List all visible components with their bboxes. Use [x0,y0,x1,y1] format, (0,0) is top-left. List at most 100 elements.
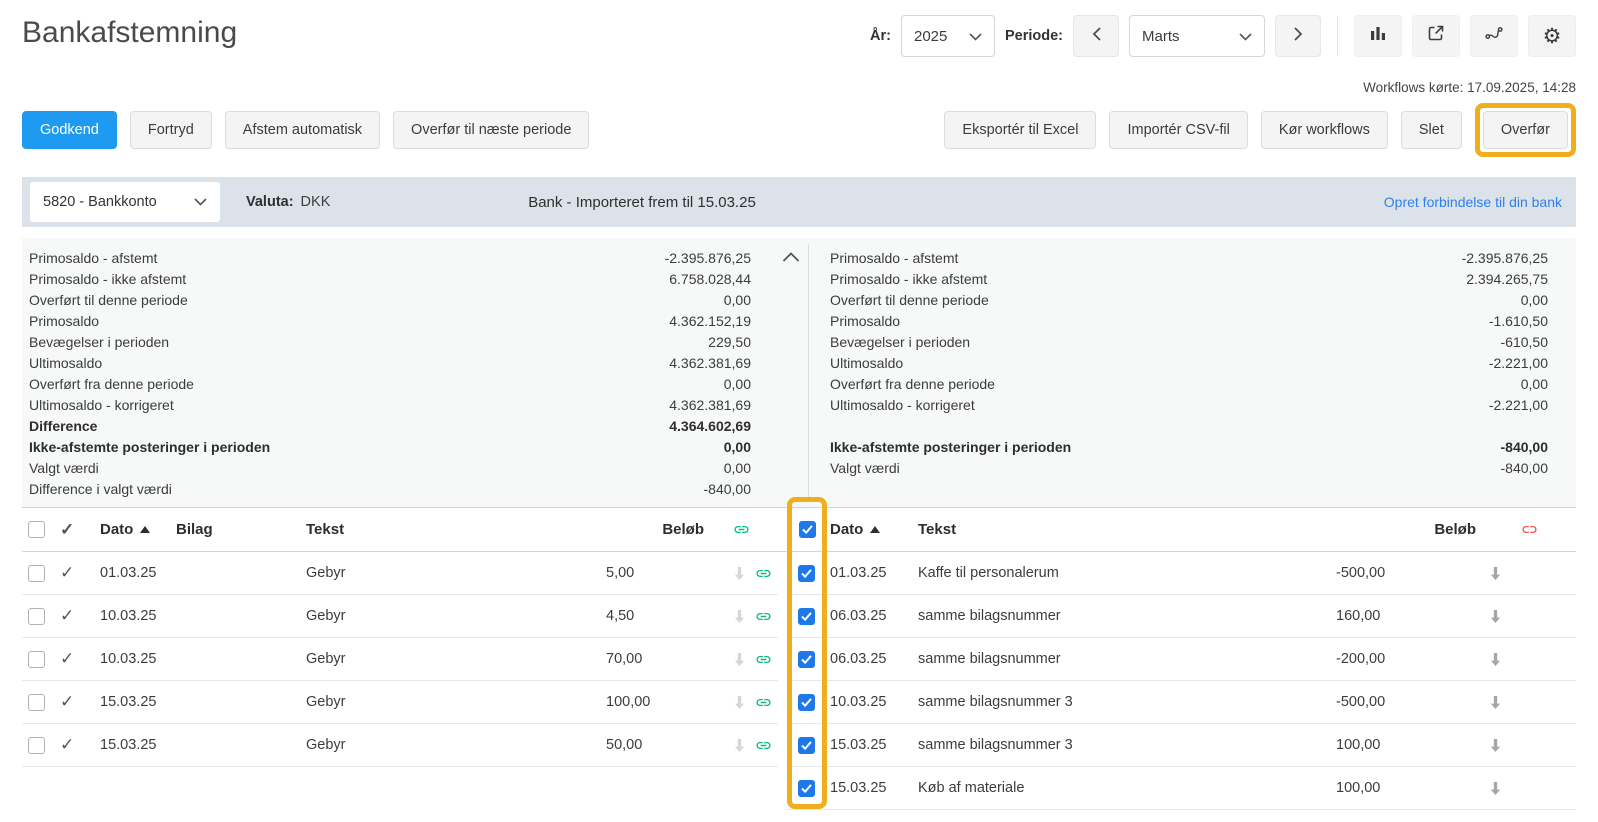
bank-row[interactable]: 06.03.25 samme bilagsnummer 160,00 [786,595,1576,638]
row-checkbox-checked[interactable] [798,651,815,668]
ledger-row[interactable]: ✓ 10.03.25 Gebyr 4,50 [22,595,778,638]
workflow-route-icon [1484,23,1504,49]
move-down-icon[interactable] [733,724,746,766]
move-down-icon[interactable] [733,552,746,594]
chevron-down-icon [1239,28,1252,45]
row-checkbox[interactable] [28,694,45,711]
broken-link-icon [1521,521,1538,538]
account-select[interactable]: 5820 - Bankkonto [30,182,220,222]
settings-button[interactable]: ⚙ [1528,15,1576,57]
workflows-button[interactable] [1470,15,1518,57]
export-excel-button[interactable]: Eksportér til Excel [944,111,1096,149]
ledger-header-text[interactable]: Tekst [306,508,344,551]
account-bar: 5820 - Bankkonto Valuta: DKK Bank - Impo… [22,177,1576,227]
row-checkbox-checked[interactable] [798,694,815,711]
open-external-button[interactable] [1412,15,1460,57]
toolbar-left-group: Godkend Fortryd Afstem automatisk Overfø… [22,111,589,149]
ledger-header-voucher[interactable]: Bilag [176,508,213,551]
collapse-summary-button[interactable] [782,250,802,266]
move-down-icon[interactable] [733,681,746,723]
bank-table-body: 01.03.25 Kaffe til personalerum -500,00 … [786,552,1576,810]
approve-button[interactable]: Godkend [22,111,117,149]
link-icon[interactable] [755,552,772,594]
link-icon[interactable] [755,595,772,637]
move-down-icon[interactable] [1489,595,1502,637]
bank-row[interactable]: 06.03.25 samme bilagsnummer -200,00 [786,638,1576,681]
move-down-icon[interactable] [1489,552,1502,594]
bank-row[interactable]: 15.03.25 samme bilagsnummer 3 100,00 [786,724,1576,767]
row-checkbox-checked[interactable] [798,565,815,582]
move-down-icon[interactable] [1489,724,1502,766]
divider [1337,16,1338,56]
bank-row[interactable]: 10.03.25 samme bilagsnummer 3 -500,00 [786,681,1576,724]
summary-row: Bevægelser i perioden-610,50 [830,331,1548,352]
chevron-down-icon [194,194,207,210]
year-select[interactable]: 2025 [901,15,995,57]
move-down-icon[interactable] [733,638,746,680]
previous-period-button[interactable] [1073,15,1119,57]
bank-unmatch-action[interactable] [1521,508,1538,551]
summary-section: Primosaldo - afstemt-2.395.876,25 Primos… [22,238,1576,507]
run-workflows-button[interactable]: Kør workflows [1261,111,1388,149]
row-checkbox[interactable] [28,608,45,625]
undo-button[interactable]: Fortryd [130,111,212,149]
connect-bank-link[interactable]: Opret forbindelse til din bank [1384,194,1562,210]
transfer-button[interactable]: Overfør [1483,111,1568,149]
link-icon[interactable] [755,681,772,723]
summary-row: Ultimosaldo - korrigeret4.362.381,69 [29,394,751,415]
sort-ascending-icon [140,526,150,533]
summary-row-empty [830,478,1548,499]
bank-header-text[interactable]: Tekst [918,508,956,551]
year-select-value: 2025 [914,28,947,45]
summary-row: Primosaldo-1.610,50 [830,310,1548,331]
summary-row: Valgt værdi-840,00 [830,457,1548,478]
ledger-row[interactable]: ✓ 15.03.25 Gebyr 50,00 [22,724,778,767]
row-checkbox[interactable] [28,651,45,668]
ledger-row[interactable]: ✓ 10.03.25 Gebyr 70,00 [22,638,778,681]
summary-row: Ultimosaldo-2.221,00 [830,352,1548,373]
bank-sort-date[interactable]: Dato [830,508,880,551]
import-csv-button[interactable]: Importér CSV-fil [1109,111,1247,149]
ledger-select-all[interactable] [28,508,45,551]
row-checkbox[interactable] [28,737,45,754]
select-all-checkbox[interactable] [28,521,45,538]
ledger-match-action[interactable] [733,508,750,551]
bank-select-all[interactable] [799,508,816,551]
link-icon[interactable] [755,724,772,766]
transfer-next-period-button[interactable]: Overfør til næste periode [393,111,589,149]
currency: Valuta: DKK [246,194,330,210]
delete-button[interactable]: Slet [1401,111,1462,149]
ledger-sort-date[interactable]: Dato [100,508,150,551]
move-down-icon[interactable] [1489,681,1502,723]
summary-row: Difference i valgt værdi-840,00 [29,478,751,499]
summary-row-difference: Difference4.364.602,69 [29,415,751,436]
bank-row[interactable]: 15.03.25 Køb af materiale 100,00 [786,767,1576,810]
move-down-icon[interactable] [733,595,746,637]
move-down-icon[interactable] [1489,767,1502,809]
row-checkbox-checked[interactable] [798,608,815,625]
row-checkbox-checked[interactable] [798,780,815,797]
period-controls: År: 2025 Periode: Marts ⚙ [870,14,1576,58]
row-checkbox-checked[interactable] [798,737,815,754]
chart-button[interactable] [1354,15,1402,57]
ledger-header-amount[interactable]: Beløb [584,508,704,551]
auto-reconcile-button[interactable]: Afstem automatisk [225,111,380,149]
link-icon[interactable] [755,638,772,680]
chevron-up-icon [782,250,800,267]
ledger-table-body: ✓ 01.03.25 Gebyr 5,00 ✓ 10.03.25 Gebyr 4… [22,552,778,767]
next-period-button[interactable] [1275,15,1321,57]
move-down-icon[interactable] [1489,638,1502,680]
summary-row: Overført til denne periode0,00 [29,289,751,310]
select-all-checkbox-checked[interactable] [799,521,816,538]
currency-label: Valuta: [246,194,294,210]
summary-row: Ultimosaldo - korrigeret-2.221,00 [830,394,1548,415]
ledger-row[interactable]: ✓ 15.03.25 Gebyr 100,00 [22,681,778,724]
bank-row[interactable]: 01.03.25 Kaffe til personalerum -500,00 [786,552,1576,595]
summary-row: Primosaldo4.362.152,19 [29,310,751,331]
summary-divider [808,244,809,501]
reconciled-check-icon: ✓ [60,681,74,723]
ledger-row[interactable]: ✓ 01.03.25 Gebyr 5,00 [22,552,778,595]
month-select[interactable]: Marts [1129,15,1265,57]
bank-header-amount[interactable]: Beløb [1336,508,1476,551]
row-checkbox[interactable] [28,565,45,582]
